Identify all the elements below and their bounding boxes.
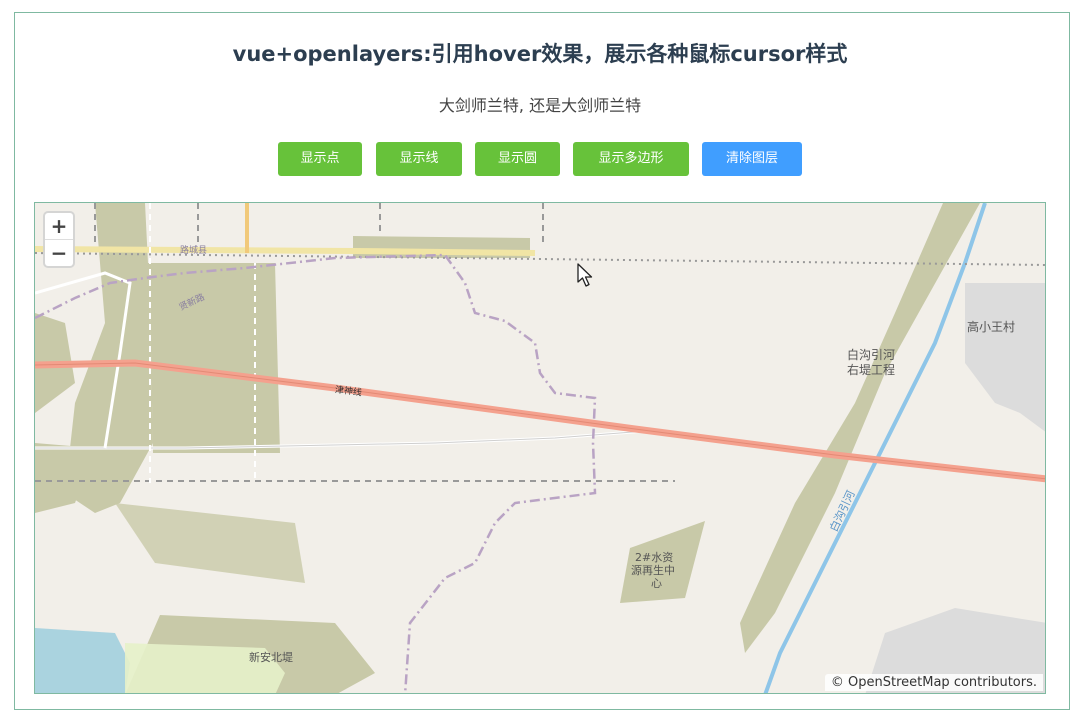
map-label-water-line3: 心	[651, 577, 662, 590]
clear-layers-button[interactable]: 清除图层	[702, 142, 802, 176]
map-label-road: 路城县	[180, 246, 208, 256]
map-tiles	[35, 203, 1045, 693]
zoom-control: + −	[45, 213, 73, 266]
show-polygon-button[interactable]: 显示多边形	[573, 142, 689, 176]
page-title: vue+openlayers:引用hover效果，展示各种鼠标cursor样式	[232, 42, 848, 66]
mouse-pointer-icon	[577, 263, 593, 287]
map-water	[35, 628, 130, 693]
map-area	[145, 263, 280, 453]
page-subtitle: 大剑师兰特, 还是大剑师兰特	[438, 96, 642, 115]
map-label-dike: 新安北堤	[249, 651, 293, 664]
show-circle-button[interactable]: 显示圆	[475, 142, 560, 176]
zoom-in-button[interactable]: +	[45, 213, 73, 239]
toolbar: 显示点 显示线 显示圆 显示多边形 清除图层	[0, 142, 1080, 176]
map-attribution[interactable]: © OpenStreetMap contributors.	[824, 674, 1043, 691]
zoom-out-button[interactable]: −	[45, 240, 73, 266]
map-road	[35, 246, 536, 256]
map-view[interactable]: 高小王村 白沟引河 右堤工程 2#水资 源再生中 心 新安北堤 津神线 白沟引河…	[34, 202, 1046, 694]
show-line-button[interactable]: 显示线	[376, 142, 462, 176]
show-point-button[interactable]: 显示点	[278, 142, 362, 176]
map-label-village: 高小王村	[967, 320, 1016, 334]
map-area	[740, 203, 980, 653]
map-label-project-line2: 右堤工程	[847, 363, 896, 377]
map-area	[115, 503, 305, 583]
map-area	[965, 283, 1045, 432]
